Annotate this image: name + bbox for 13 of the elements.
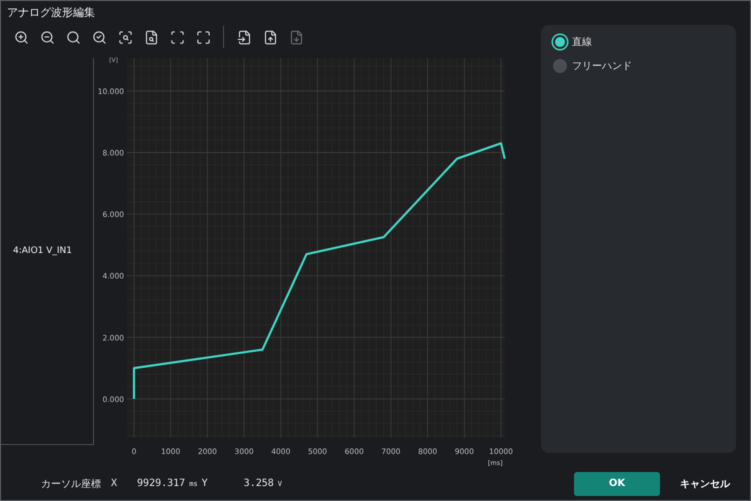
ok-button[interactable]: OK [574, 472, 660, 496]
cursor-label: カーソル座標 [41, 478, 101, 490]
y-label: Y [202, 478, 208, 489]
window-title: アナログ波形編集 [6, 5, 96, 21]
cancel-button[interactable]: キャンセル [674, 472, 736, 496]
y-value: 3.258 [244, 478, 274, 489]
radio-button[interactable] [553, 35, 567, 49]
radio-label[interactable]: フリーハンド [572, 59, 632, 73]
radio-button[interactable] [553, 59, 567, 73]
channel-label: 4:AIO1 V_IN1 [13, 246, 72, 256]
x-value: 9929.317 [137, 478, 186, 489]
radio-label[interactable]: 直線 [572, 35, 592, 49]
x-label: X [111, 478, 118, 489]
